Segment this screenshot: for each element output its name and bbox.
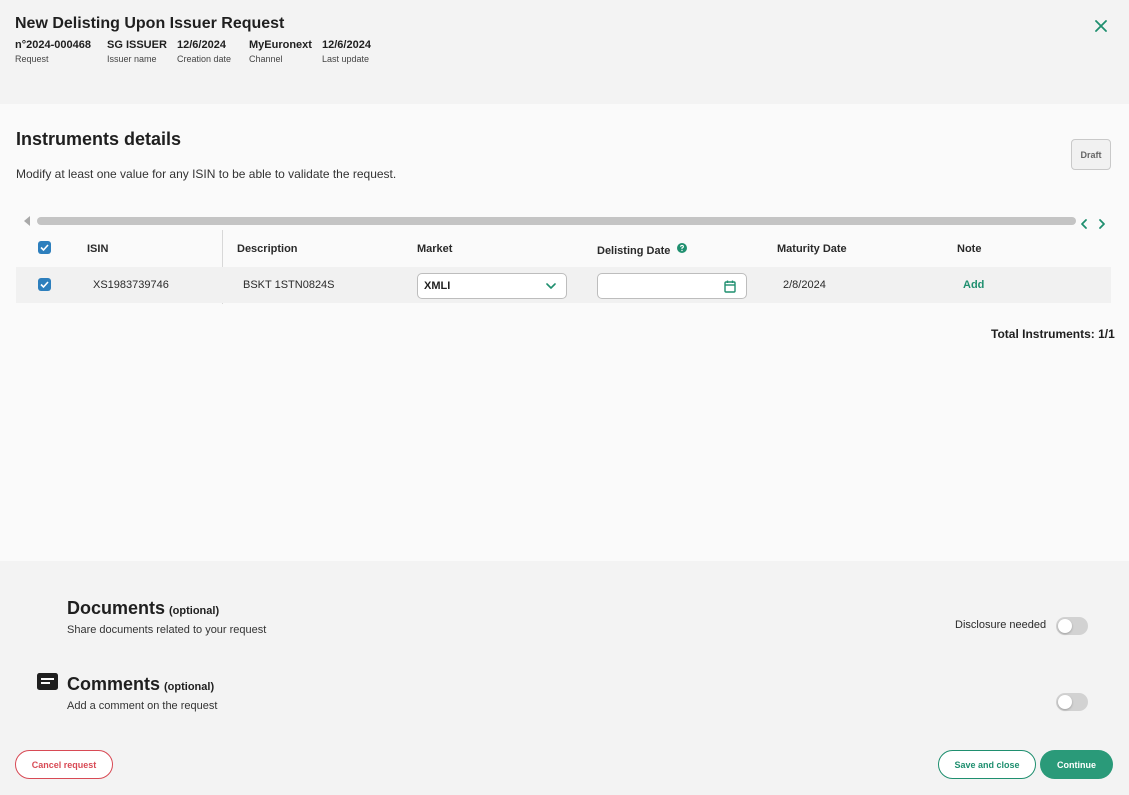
meta-last-update: 12/6/2024 Last update (322, 39, 371, 64)
scroll-next-button[interactable] (1096, 217, 1108, 231)
total-instruments: Total Instruments: 1/1 (991, 327, 1115, 341)
row-description: BSKT 1STN0824S (243, 279, 335, 291)
column-header-description: Description (237, 243, 298, 255)
meta-request-value: n°2024-000468 (15, 39, 91, 51)
instruments-description: Modify at least one value for any ISIN t… (16, 167, 397, 181)
column-header-delisting-date-label: Delisting Date (597, 245, 671, 257)
meta-last-update-value: 12/6/2024 (322, 39, 371, 51)
column-header-delisting-date: Delisting Date (597, 243, 688, 257)
row-maturity-date: 2/8/2024 (783, 279, 826, 291)
meta-request-label: Request (15, 54, 49, 64)
meta-channel-value: MyEuronext (249, 39, 312, 51)
documents-description: Share documents related to your request (67, 624, 267, 636)
horizontal-scrollbar[interactable] (37, 217, 1076, 225)
market-select-value: XMLI (424, 280, 451, 292)
chevron-left-icon (1081, 219, 1087, 229)
row-checkbox[interactable] (38, 278, 51, 291)
meta-channel-label: Channel (249, 54, 283, 64)
comments-toggle[interactable] (1056, 693, 1088, 711)
comments-title: Comments (optional) (67, 674, 214, 695)
continue-button[interactable]: Continue (1040, 750, 1113, 779)
documents-title-text: Documents (67, 598, 166, 618)
documents-title: Documents (optional) (67, 598, 219, 619)
chevron-down-icon (546, 283, 556, 289)
column-header-note: Note (957, 243, 982, 255)
row-isin: XS1983739746 (93, 279, 169, 291)
checkmark-icon (40, 281, 49, 289)
cancel-request-button[interactable]: Cancel request (15, 750, 113, 779)
checkmark-icon (40, 244, 49, 252)
instruments-title: Instruments details (16, 129, 182, 149)
close-button[interactable] (1092, 17, 1110, 35)
column-header-isin: ISIN (87, 243, 109, 255)
column-header-maturity-date: Maturity Date (777, 243, 847, 255)
page-title: New Delisting Upon Issuer Request (15, 15, 285, 32)
meta-channel: MyEuronext Channel (249, 39, 312, 64)
market-select[interactable]: XMLI (417, 273, 567, 299)
save-and-close-button[interactable]: Save and close (938, 750, 1036, 779)
meta-creation-date-value: 12/6/2024 (177, 39, 226, 51)
column-header-market: Market (417, 243, 453, 255)
attachments-section: Documents (optional) Share documents rela… (0, 561, 1129, 795)
scroll-prev-button[interactable] (1078, 217, 1090, 231)
status-badge: Draft (1071, 139, 1111, 170)
calendar-icon[interactable] (724, 280, 736, 293)
close-icon (1095, 20, 1107, 32)
help-icon[interactable] (677, 243, 688, 253)
meta-last-update-label: Last update (322, 54, 370, 64)
add-note-link[interactable]: Add (963, 279, 984, 291)
disclosure-label: Disclosure needed (955, 619, 1047, 631)
caret-left-icon (24, 216, 30, 226)
meta-issuer: SG ISSUER Issuer name (107, 39, 167, 64)
chevron-right-icon (1099, 219, 1105, 229)
scroll-left-arrow[interactable] (22, 215, 32, 227)
meta-creation-date: 12/6/2024 Creation date (177, 39, 231, 64)
disclosure-toggle[interactable] (1056, 617, 1088, 635)
meta-creation-date-label: Creation date (177, 54, 232, 64)
request-header: New Delisting Upon Issuer Request n°2024… (0, 0, 1129, 104)
instruments-section: Instruments details Modify at least one … (0, 104, 1129, 561)
meta-issuer-value: SG ISSUER (107, 39, 167, 51)
comment-icon (37, 673, 58, 690)
toggle-knob (1058, 619, 1072, 633)
toggle-knob (1058, 695, 1072, 709)
meta-issuer-label: Issuer name (107, 54, 157, 64)
delisting-date-input[interactable] (597, 273, 747, 299)
meta-request: n°2024-000468 Request (15, 39, 91, 64)
select-all-checkbox[interactable] (38, 241, 51, 254)
comments-description: Add a comment on the request (67, 700, 218, 712)
comments-optional: (optional) (164, 681, 215, 693)
documents-optional: (optional) (169, 605, 220, 617)
comments-title-text: Comments (67, 674, 161, 694)
